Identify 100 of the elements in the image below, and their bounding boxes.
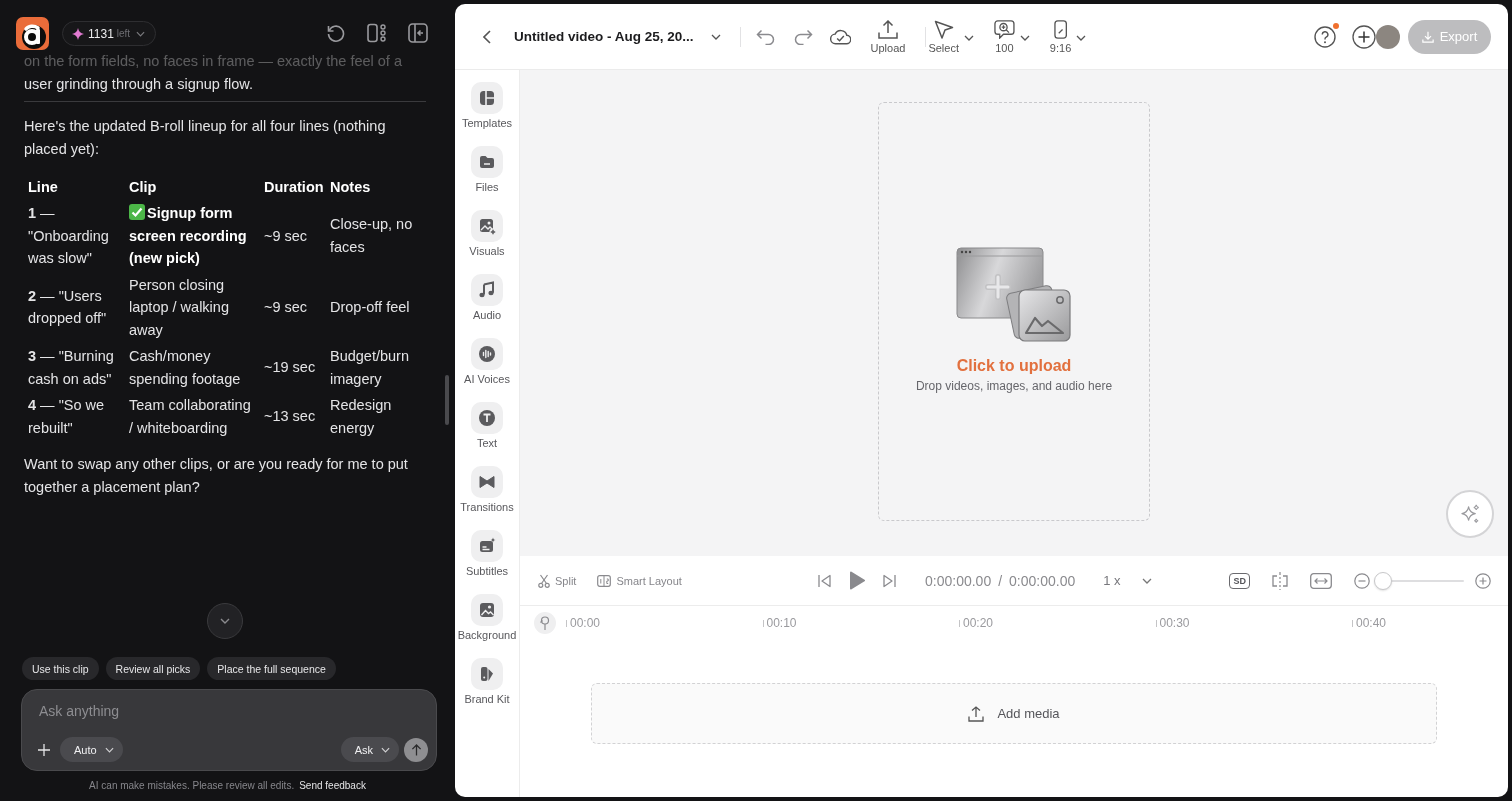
chevron-down-icon[interactable] (710, 33, 721, 40)
upload-dropzone[interactable]: Click to upload Drop videos, images, and audio here (878, 102, 1150, 521)
text-icon (471, 402, 503, 434)
zoom-button[interactable]: 100 (993, 18, 1030, 55)
table-cell: Close-up, no faces (330, 216, 413, 255)
zoom-out-icon[interactable] (1354, 572, 1370, 589)
message-text: on the form fields, no faces in frame — exactly the feel of a user grinding through a signup flow. (24, 52, 403, 94)
tool-tab[interactable]: AI Voices (464, 338, 510, 386)
user-avatar[interactable] (1376, 24, 1400, 49)
chevron-down-icon (104, 746, 114, 753)
slider-handle[interactable] (1374, 571, 1392, 590)
shapes-icon (471, 658, 503, 690)
smart-layout-button[interactable]: Smart Layout (597, 574, 682, 587)
phone-icon (1053, 20, 1068, 39)
sparkle-icon (72, 27, 84, 40)
ask-dropdown[interactable]: Ask (340, 737, 399, 762)
select-button[interactable]: Select (928, 18, 974, 55)
total-duration: 0:00:00.00 (1009, 572, 1076, 589)
chevron-down-icon (136, 30, 146, 37)
table-cell: 2 — "Users dropped off" (28, 287, 107, 327)
message-text: Want to swap any other clips, or are you ready for me to put together a placement plan? (24, 455, 409, 497)
waveform-icon (471, 338, 503, 370)
skip-back-icon[interactable] (818, 573, 831, 588)
plus-icon[interactable] (1352, 24, 1376, 49)
quality-toggle[interactable]: SD (1229, 572, 1250, 589)
fit-width-icon[interactable] (1310, 572, 1332, 589)
zoom-in-icon[interactable] (1475, 572, 1491, 589)
pin-icon[interactable] (534, 612, 556, 634)
suggestion-chip[interactable]: Use this clip (22, 657, 99, 680)
mode-dropdown[interactable]: Auto (60, 737, 123, 762)
upload-button[interactable]: Upload (870, 18, 906, 55)
table-cell: ~19 sec (264, 359, 316, 376)
skip-forward-icon[interactable] (883, 573, 896, 588)
table-cell: Person closing laptop / walking away (129, 276, 229, 338)
arrow-up-icon (410, 743, 422, 756)
redo-icon[interactable] (792, 28, 813, 45)
bowtie-icon (471, 466, 503, 498)
disclaimer-text: AI can make mistakes. Please review all edits. (89, 780, 295, 791)
history-icon[interactable] (326, 23, 346, 43)
folder-icon (471, 146, 503, 178)
column-header: Notes (330, 179, 371, 195)
table-cell: Redesign energy (330, 397, 392, 436)
image-icon (471, 594, 503, 626)
music-note-icon (471, 274, 503, 306)
play-icon[interactable] (849, 571, 865, 590)
tool-tab[interactable]: Background (457, 594, 517, 642)
table-cell: Signup form screen recording (new pick) (129, 205, 247, 266)
chevron-down-icon (381, 746, 390, 753)
split-button[interactable]: Split (538, 573, 577, 588)
suggestion-chip[interactable]: Review all picks (105, 657, 201, 680)
table-cell: 1 — "Onboarding was slow" (28, 205, 109, 266)
tool-tab[interactable]: Files (471, 146, 503, 194)
tool-tab[interactable]: Transitions (460, 466, 514, 514)
scrollbar-thumb[interactable] (445, 375, 449, 425)
zoom-slider[interactable] (1374, 571, 1464, 590)
back-icon[interactable] (483, 29, 491, 44)
split-center-icon[interactable] (1271, 571, 1289, 590)
undo-icon[interactable] (755, 28, 776, 45)
chevron-down-icon[interactable] (1141, 577, 1152, 584)
upload-icon (968, 705, 985, 722)
add-media-button[interactable]: Add media (591, 683, 1437, 744)
credits-button[interactable]: 1131 left (62, 21, 157, 46)
current-time: 0:00:00.00 (925, 572, 992, 589)
playback-speed[interactable]: 1 x (1103, 573, 1121, 588)
tool-tab[interactable]: Brand Kit (464, 658, 510, 706)
scissors-icon (538, 573, 550, 588)
table-cell: ~9 sec (264, 227, 308, 244)
caption-icon (471, 530, 503, 562)
table-cell: ~9 sec (264, 299, 308, 315)
panel-layout-icon[interactable] (367, 23, 387, 43)
collapse-sidebar-icon[interactable] (408, 23, 428, 43)
tool-tab[interactable]: Visuals (469, 210, 505, 258)
image-plus-icon (471, 210, 503, 242)
tool-tab[interactable]: Audio (471, 274, 503, 322)
message-input[interactable]: Ask anything (37, 699, 419, 723)
table-cell: Budget/burn imagery (330, 348, 409, 387)
table-cell: Cash/money spending footage (129, 348, 241, 387)
column-header: Line (28, 179, 58, 195)
project-title[interactable]: Untitled video - Aug 25, 20... (514, 29, 694, 44)
logo-icon[interactable] (16, 17, 49, 50)
ai-assistant-button[interactable] (1446, 490, 1494, 538)
chevron-down-icon (220, 618, 230, 624)
sparkle-icon (1459, 503, 1481, 525)
upload-hint: Drop videos, images, and audio here (915, 378, 1113, 393)
upload-icon (877, 20, 898, 39)
message-composer[interactable]: Ask anything Auto Ask (21, 689, 437, 771)
split-layout-icon (597, 574, 612, 587)
tool-tab[interactable]: Text (471, 402, 503, 450)
download-icon (1421, 30, 1434, 43)
tool-tab[interactable]: Subtitles (465, 530, 509, 578)
cursor-icon (933, 20, 954, 39)
tool-tab[interactable]: Templates (461, 82, 513, 130)
aspect-ratio-button[interactable]: 9:16 (1049, 18, 1087, 55)
help-icon[interactable] (1314, 25, 1336, 48)
feedback-link[interactable]: Send feedback (299, 780, 366, 791)
column-header: Clip (129, 179, 157, 195)
table-cell: Team collaborating / whiteboarding (129, 397, 251, 436)
cloud-check-icon[interactable] (829, 28, 851, 45)
suggestion-chip[interactable]: Place the full sequence (207, 657, 336, 680)
table-cell: 3 — "Burning cash on ads" (28, 348, 114, 387)
